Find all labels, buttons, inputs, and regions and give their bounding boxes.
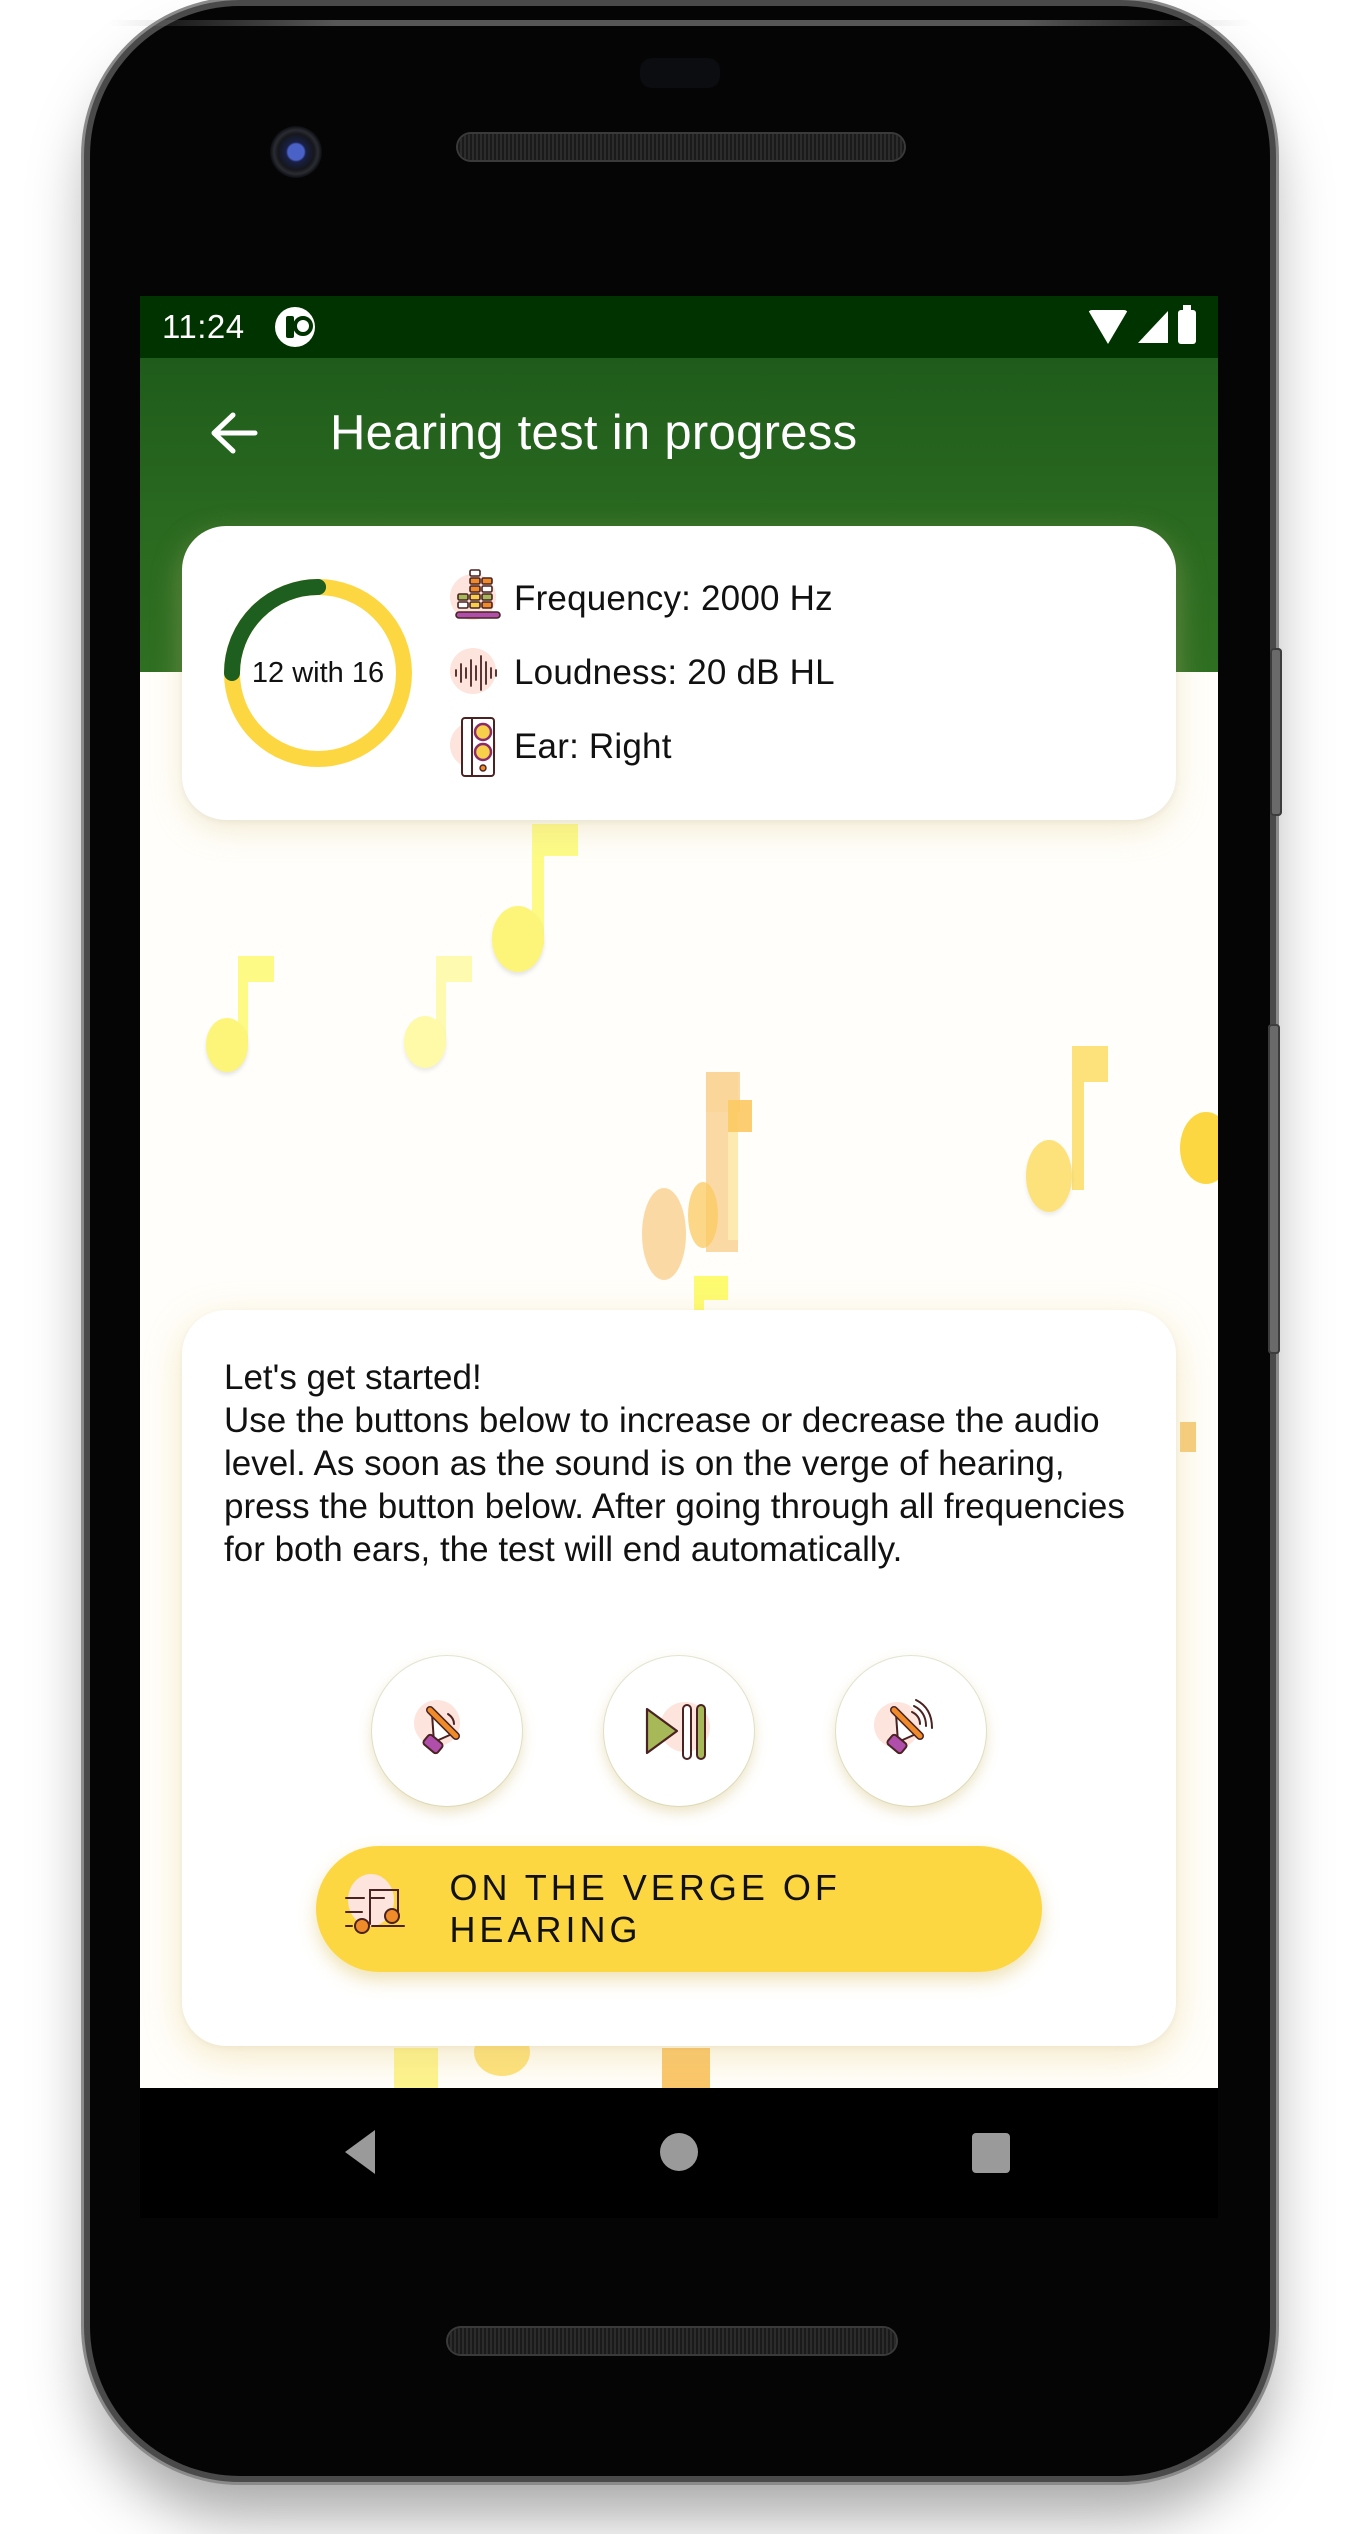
status-icons: [1088, 305, 1196, 344]
volume-down-button[interactable]: [372, 1656, 522, 1806]
music-note-icon: [194, 956, 284, 1076]
back-button[interactable]: [184, 383, 284, 483]
nav-back-icon[interactable]: [345, 2130, 375, 2174]
signal-icon: [1138, 311, 1168, 343]
speaker-icon: [450, 716, 512, 778]
status-bar: 11:24: [140, 296, 1218, 358]
power-button: [1270, 648, 1282, 816]
frequency-value: Frequency: 2000 Hz: [514, 579, 833, 618]
music-notes-icon: [344, 1874, 413, 1944]
music-note-icon: [688, 1100, 788, 1260]
music-note-icon: [1180, 1422, 1200, 1452]
nav-recents-icon[interactable]: [972, 2133, 1010, 2173]
info-list: Frequency: 2000 Hz Loudness: 20 dB HL Ea…: [450, 568, 835, 778]
volume-up-icon: [886, 1699, 933, 1755]
test-info-card: 12 with 16 Frequency: 2000 Hz Loudness: …: [182, 526, 1176, 820]
music-note-icon: [470, 824, 580, 974]
progress-label: 12 with 16: [251, 656, 385, 689]
wifi-icon: [1088, 310, 1128, 344]
instructions-card: Let's get started! Use the buttons below…: [182, 1310, 1176, 2046]
info-row-ear: Ear: Right: [450, 716, 835, 778]
page-title: Hearing test in progress: [330, 406, 858, 460]
music-note-icon: [394, 2028, 534, 2088]
verge-of-hearing-button[interactable]: ON THE VERGE OF HEARING: [316, 1846, 1042, 1972]
equalizer-icon: [450, 568, 512, 630]
music-note-icon: [392, 956, 482, 1076]
nav-home-icon[interactable]: [660, 2133, 698, 2171]
navigation-bar: [140, 2088, 1218, 2218]
sound-wave-icon: [450, 642, 512, 704]
music-note-icon: [1180, 1112, 1218, 1192]
music-note-icon: [1010, 1046, 1130, 1216]
app-bar: Hearing test in progress: [140, 358, 1218, 508]
verge-button-label: ON THE VERGE OF HEARING: [449, 1867, 841, 1950]
play-pause-icon: [645, 1704, 706, 1760]
proximity-sensor: [640, 58, 720, 88]
arrow-left-icon: [211, 412, 258, 454]
volume-rocker: [1268, 1024, 1280, 1354]
ear-value: Ear: Right: [514, 727, 672, 766]
status-time: 11:24: [162, 308, 245, 345]
bottom-speaker-grille: [448, 2328, 896, 2354]
front-camera-icon: [270, 126, 322, 178]
battery-icon: [1178, 305, 1196, 344]
play-pause-button[interactable]: [604, 1656, 754, 1806]
instructions-text: Let's get started! Use the buttons below…: [224, 1358, 1125, 1569]
info-row-loudness: Loudness: 20 dB HL: [450, 644, 835, 702]
volume-up-button[interactable]: [836, 1656, 986, 1806]
screen: 11:24 Hearing test in progress 12 with 1…: [140, 296, 1218, 2088]
audio-controls: [182, 1656, 1176, 1806]
progress-ring: 12 with 16: [220, 575, 416, 771]
music-note-icon: [662, 2048, 712, 2088]
top-speaker-grille: [458, 134, 904, 160]
app-notification-icon: [274, 307, 315, 347]
loudness-value: Loudness: 20 dB HL: [514, 653, 835, 692]
info-row-frequency: Frequency: 2000 Hz: [450, 568, 835, 630]
volume-down-icon: [422, 1706, 460, 1755]
